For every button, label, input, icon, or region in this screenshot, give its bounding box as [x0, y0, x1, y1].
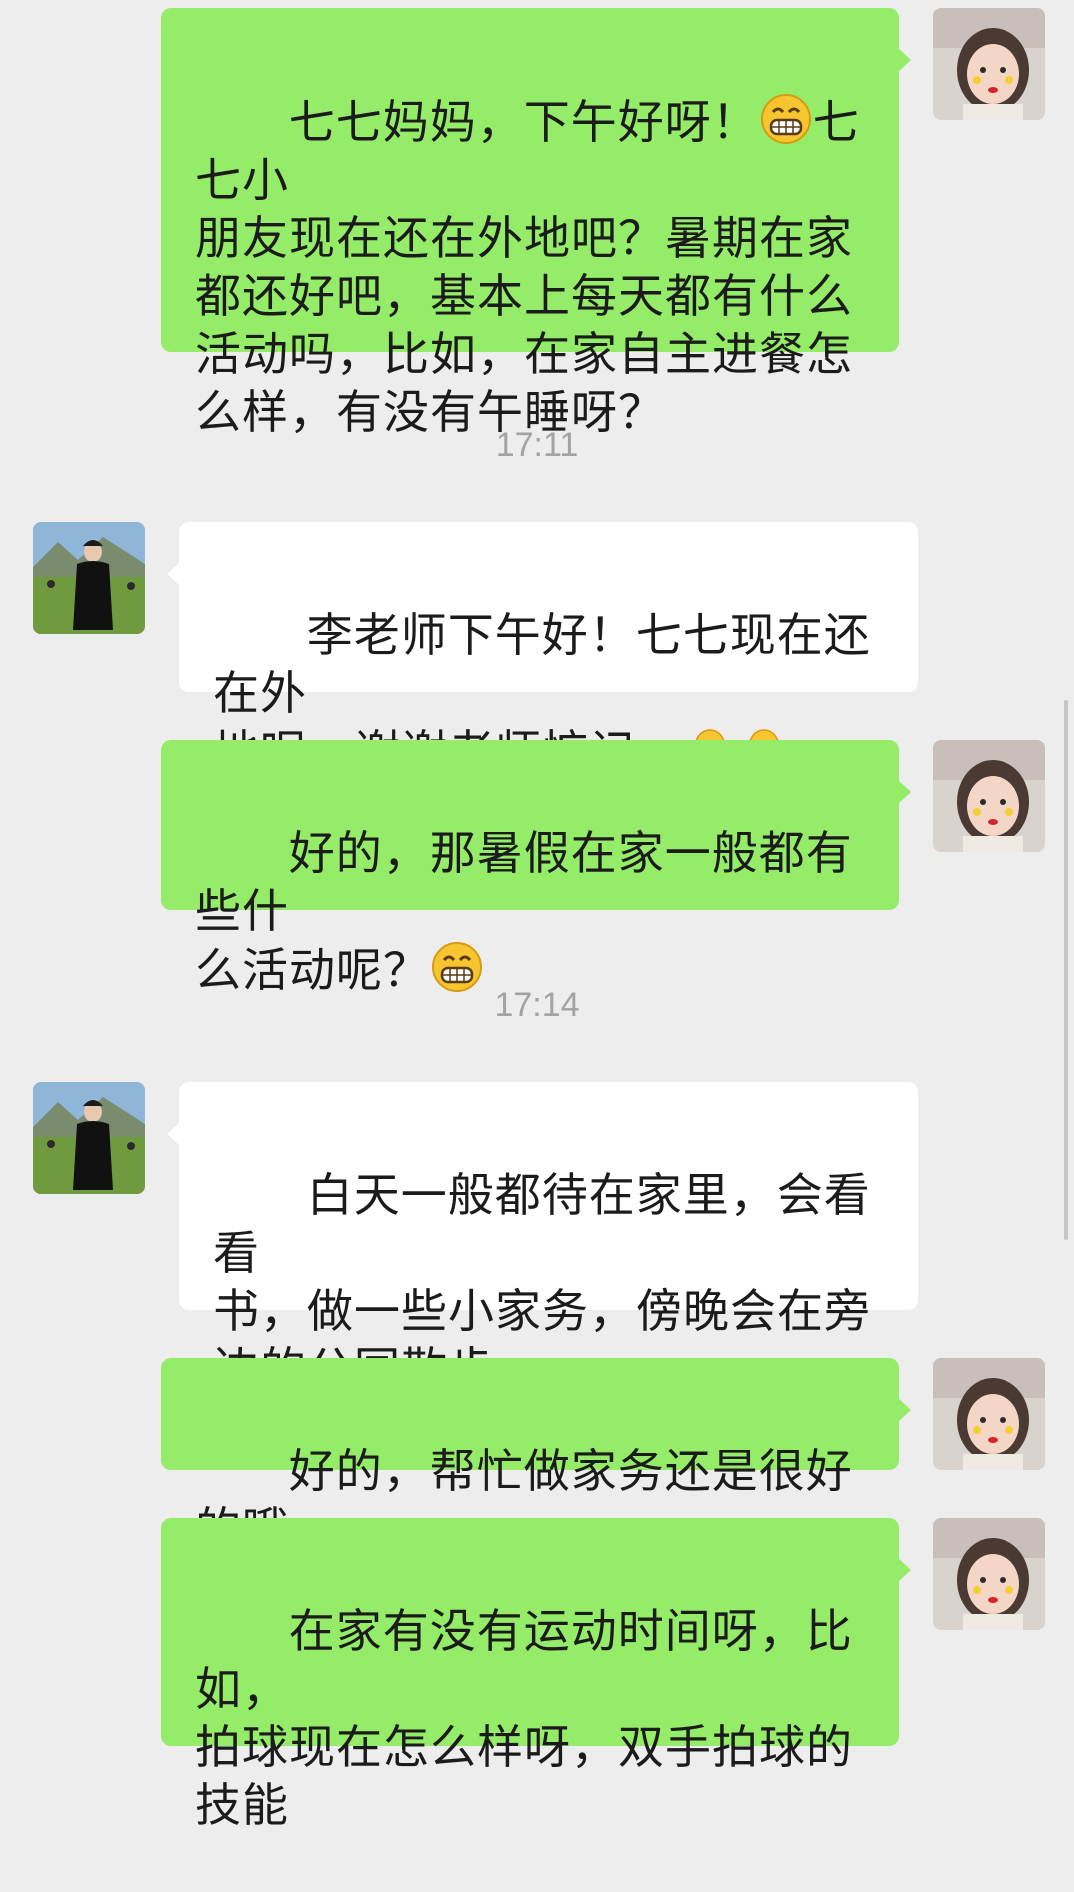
timestamp: 17:11: [495, 426, 579, 464]
message-bubble-received[interactable]: 白天一般都待在家里，会看看 书，做一些小家务，傍晚会在旁 边的公园散步。: [167, 1082, 918, 1396]
teacher-avatar[interactable]: [33, 1082, 145, 1194]
grin-emoji: [759, 92, 813, 146]
scrollbar[interactable]: [1064, 700, 1068, 1240]
parent-avatar[interactable]: [933, 1358, 1045, 1470]
message-text: 好的，那暑假在家一般都有些什 么活动呢？: [195, 826, 853, 997]
message-bubble-sent[interactable]: 七七妈妈，下午好呀！ 七七小 朋友现在还在外地吧？暑期在家 都还好吧，基本上每天都…: [161, 8, 911, 439]
message-bubble-sent[interactable]: 好的，帮忙做家务还是很好的哦: [161, 1358, 911, 1556]
parent-avatar[interactable]: [933, 740, 1045, 852]
timestamp: 17:14: [494, 986, 580, 1024]
message-text: 在家有没有运动时间呀，比如， 拍球现在怎么样呀，双手拍球的 技能: [195, 1604, 853, 1832]
teacher-avatar[interactable]: [33, 522, 145, 634]
message-bubble-received[interactable]: 李老师下午好！七七现在还在外 地呢，谢谢老师惦记。: [167, 522, 918, 779]
parent-avatar[interactable]: [933, 8, 1045, 120]
parent-avatar[interactable]: [933, 1518, 1045, 1630]
message-bubble-sent[interactable]: 在家有没有运动时间呀，比如， 拍球现在怎么样呀，双手拍球的 技能: [161, 1518, 911, 1832]
message-bubble-sent[interactable]: 好的，那暑假在家一般都有些什 么活动呢？: [161, 740, 911, 997]
chat-view[interactable]: 七七妈妈，下午好呀！ 七七小 朋友现在还在外地吧？暑期在家 都还好吧，基本上每天都…: [0, 0, 1074, 1832]
message-text: 七七妈妈，下午好呀！: [288, 95, 759, 149]
